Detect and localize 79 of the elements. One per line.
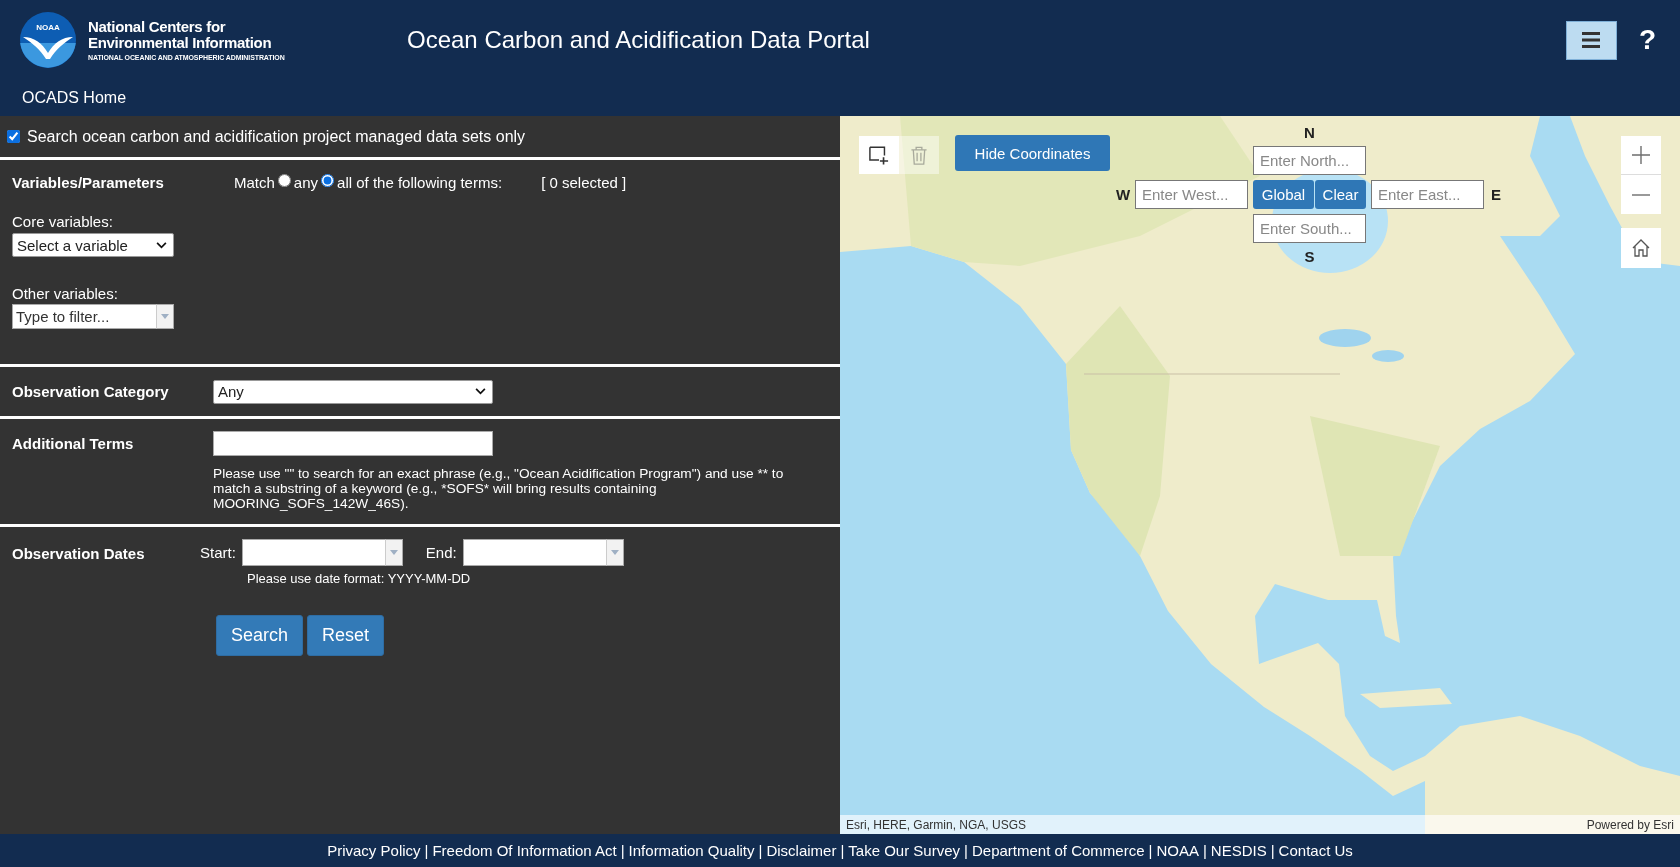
start-date-input[interactable] bbox=[241, 539, 385, 566]
field-label: Core variables: bbox=[12, 213, 113, 230]
footer-link[interactable]: Take Our Survey bbox=[848, 842, 961, 859]
east-input[interactable]: Enter East... bbox=[1371, 180, 1484, 209]
menu-button[interactable] bbox=[1565, 20, 1617, 60]
footer-link[interactable]: Privacy Policy bbox=[327, 842, 421, 859]
global-button[interactable]: Global bbox=[1253, 180, 1314, 209]
home-button[interactable] bbox=[1621, 228, 1661, 268]
footer-link[interactable]: Information Quality bbox=[628, 842, 755, 859]
link-separator: | bbox=[1270, 842, 1275, 859]
chevron-down-icon bbox=[156, 241, 167, 249]
footer-link[interactable]: Contact Us bbox=[1278, 842, 1353, 859]
footer-link[interactable]: NOAA bbox=[1156, 842, 1199, 859]
clear-button[interactable]: Clear bbox=[1315, 180, 1366, 209]
selected-count: [ 0 selected ] bbox=[541, 174, 627, 191]
link-separator: | bbox=[840, 842, 845, 859]
hide-coordinates-button[interactable]: Hide Coordinates bbox=[955, 135, 1110, 171]
plus-icon bbox=[1632, 146, 1650, 164]
direction-label: W bbox=[1116, 186, 1130, 203]
section-heading: Variables/Parameters bbox=[12, 174, 165, 191]
section-heading: Additional Terms bbox=[12, 435, 135, 452]
section-heading: Observation Category bbox=[12, 383, 170, 400]
radio-label: any bbox=[293, 174, 319, 191]
reset-button[interactable]: Reset bbox=[307, 615, 385, 656]
footer-link[interactable]: Disclaimer bbox=[766, 842, 837, 859]
rectangle-plus-icon bbox=[869, 145, 889, 165]
match-radio[interactable] bbox=[321, 174, 335, 187]
west-input[interactable]: Enter West... bbox=[1135, 180, 1248, 209]
south-input[interactable]: Enter South... bbox=[1253, 214, 1366, 243]
search-button[interactable]: Search bbox=[216, 615, 304, 656]
end-date-input[interactable] bbox=[462, 539, 606, 566]
radio-label: all of the following terms: bbox=[337, 174, 503, 191]
link-separator: | bbox=[424, 842, 429, 859]
link-separator: | bbox=[1148, 842, 1153, 859]
home-icon bbox=[1632, 239, 1650, 257]
org-name-line: National Centers for bbox=[88, 19, 227, 35]
help-text: Please use "" to search for an exact phrase (e.g., "Ocean Acidification Program") and use ** to match a substring of a keyword (e.g., *SOFS* will bring results containing MOORING_SOFS_142W_46S). bbox=[213, 466, 785, 511]
org-name-line: Environmental Information bbox=[88, 34, 273, 51]
menu-icon bbox=[1582, 32, 1601, 48]
powered-by-text: Powered by Esri bbox=[1586, 817, 1674, 832]
link-separator: | bbox=[964, 842, 968, 859]
managed-only-checkbox[interactable] bbox=[7, 130, 20, 143]
page-title: Ocean Carbon and Acidification Data Portal bbox=[407, 26, 871, 54]
section-heading: Observation Dates bbox=[12, 545, 146, 562]
field-label: Other variables: bbox=[12, 285, 118, 302]
caret-down-icon bbox=[610, 550, 619, 555]
direction-label: S bbox=[1303, 248, 1316, 265]
attribution-text: Esri, HERE, Garmin, NGA, USGS bbox=[846, 817, 1027, 832]
additional-terms-input[interactable] bbox=[213, 431, 493, 456]
link-separator: | bbox=[620, 842, 625, 859]
help-text: Please use date format: YYYY-MM-DD bbox=[247, 571, 471, 586]
field-label: Start: bbox=[200, 544, 236, 561]
direction-label: E bbox=[1490, 186, 1502, 203]
footer-link[interactable]: NESDIS bbox=[1210, 842, 1267, 859]
dropdown-button[interactable] bbox=[156, 304, 174, 329]
caret-down-icon bbox=[389, 550, 398, 555]
north-input[interactable]: Enter North... bbox=[1253, 146, 1366, 175]
observation-category-select[interactable]: Any bbox=[213, 379, 493, 404]
other-variables-input[interactable]: Type to filter... bbox=[12, 304, 156, 329]
footer-link[interactable]: Freedom Of Information Act bbox=[432, 842, 617, 859]
help-button[interactable]: ? bbox=[1638, 26, 1656, 54]
draw-rectangle-button[interactable] bbox=[859, 136, 899, 174]
link-separator: | bbox=[758, 842, 763, 859]
core-variable-select[interactable]: Select a variable bbox=[12, 233, 174, 257]
match-radio[interactable] bbox=[277, 174, 291, 187]
field-label: End: bbox=[425, 544, 457, 561]
chevron-down-icon bbox=[475, 388, 486, 395]
logo: NOAA bbox=[20, 12, 76, 68]
match-label: Match bbox=[234, 174, 275, 191]
home-link[interactable]: OCADS Home bbox=[22, 89, 127, 107]
link-separator: | bbox=[1202, 842, 1207, 859]
minus-icon bbox=[1632, 193, 1650, 196]
direction-label: N bbox=[1303, 124, 1316, 141]
caret-down-icon bbox=[161, 314, 169, 319]
footer-link[interactable]: Department of Commerce bbox=[971, 842, 1145, 859]
trash-icon bbox=[909, 145, 929, 165]
zoom-out-button[interactable] bbox=[1621, 175, 1661, 214]
zoom-in-button[interactable] bbox=[1621, 136, 1661, 175]
checkbox-label: Search ocean carbon and acidification project managed data sets only bbox=[27, 127, 526, 146]
